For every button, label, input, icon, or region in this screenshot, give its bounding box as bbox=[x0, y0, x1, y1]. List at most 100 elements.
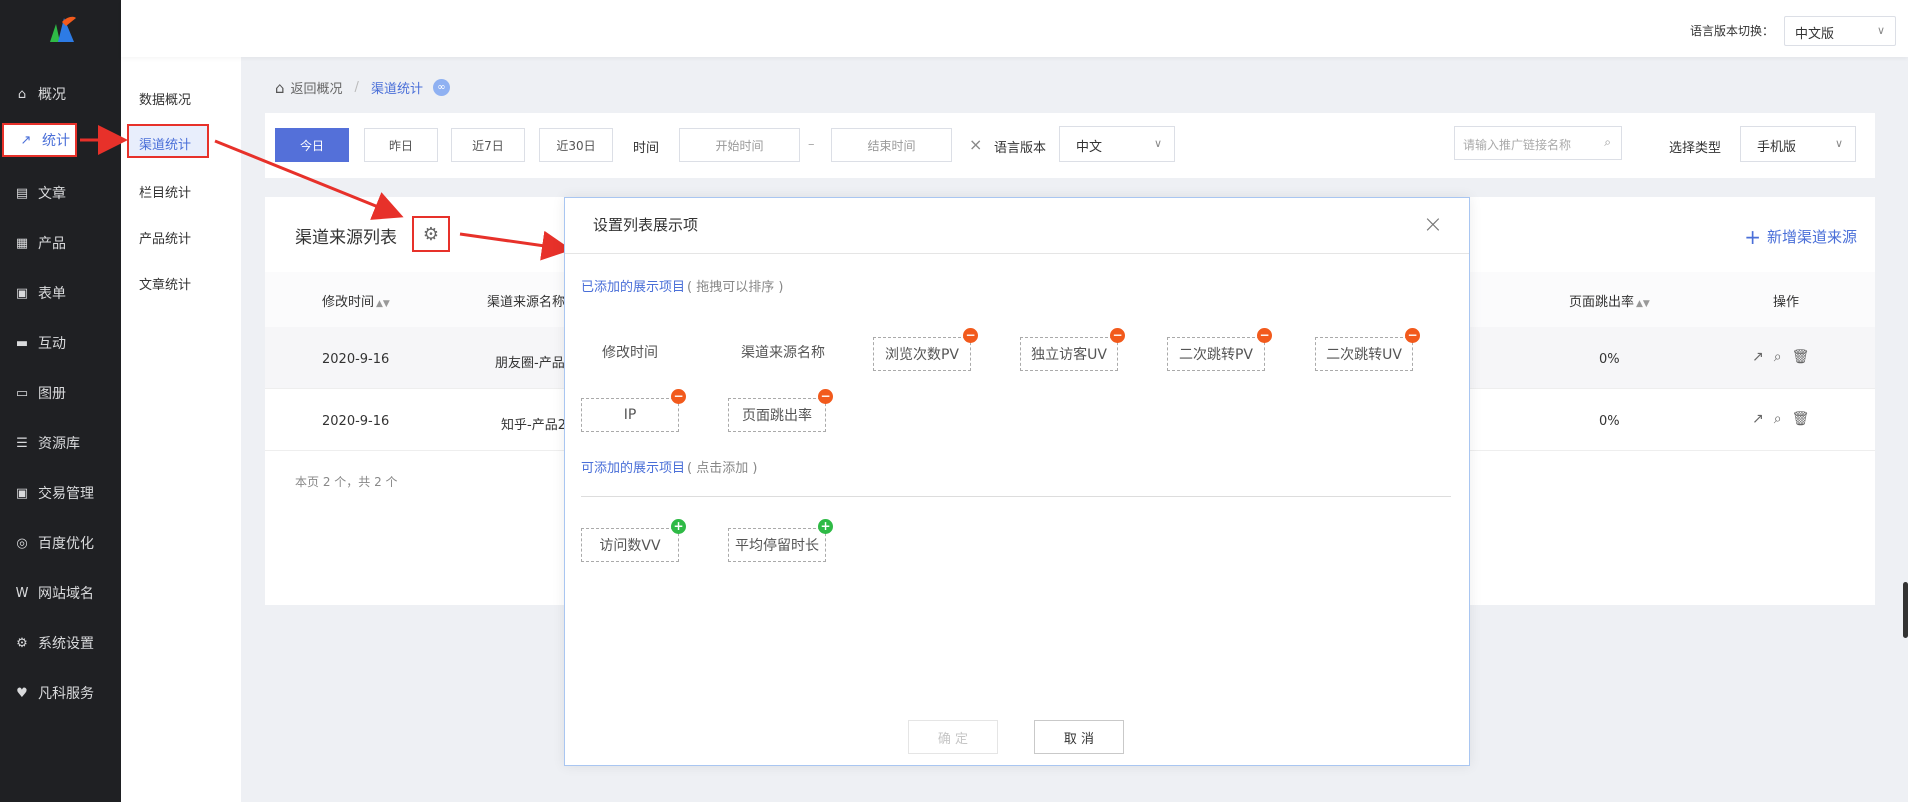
nav-item-services[interactable]: ♥ 凡科服务 bbox=[0, 673, 121, 713]
add-channel-source-button[interactable]: + 新增渠道来源 bbox=[1744, 225, 1857, 249]
search-icon[interactable]: ⌕ bbox=[1774, 411, 1782, 427]
sort-icon[interactable]: ▲▼ bbox=[376, 299, 390, 309]
nav-item-articles[interactable]: ▤ 文章 bbox=[0, 173, 121, 213]
added-item-second-jump-uv[interactable]: 二次跳转UV − bbox=[1315, 328, 1420, 371]
grid-icon: ▦ bbox=[15, 235, 29, 251]
language-filter-value: 中文 bbox=[1076, 140, 1103, 155]
fixed-item-source-name: 渠道来源名称 bbox=[741, 345, 825, 361]
submenu-item-channel-stats[interactable]: 渠道统计 bbox=[127, 124, 209, 158]
main-nav: ⌂ 概况 ↗ 统计 ▤ 文章 ▦ 产品 ▣ 表单 ▬ 互动 ▭ 图册 ☰ 资源库 ▣ 交易管理 ◎… bbox=[0, 0, 121, 802]
remove-item-icon[interactable]: − bbox=[1257, 328, 1272, 343]
language-version-select[interactable]: 中文版 ∨ bbox=[1784, 16, 1896, 46]
nav-item-resources[interactable]: ☰ 资源库 bbox=[0, 423, 121, 463]
promo-link-search-input[interactable]: 请输入推广链接名称 ⌕ bbox=[1454, 126, 1622, 160]
nav-item-forms[interactable]: ▣ 表单 bbox=[0, 273, 121, 313]
search-icon[interactable]: ⌕ bbox=[1604, 135, 1611, 150]
chart-icon: ↗ bbox=[20, 132, 32, 148]
add-item-icon[interactable]: + bbox=[671, 519, 686, 534]
row-modified-time: 2020-9-16 bbox=[322, 414, 390, 429]
statistics-submenu: 数据概况 渠道统计 栏目统计 产品统计 文章统计 bbox=[121, 57, 241, 802]
breadcrumb-back-link[interactable]: 返回概况 bbox=[291, 78, 343, 97]
nav-label: 概况 bbox=[38, 87, 66, 103]
fixed-item-modified-time: 修改时间 bbox=[602, 345, 658, 361]
trash-icon[interactable]: 🗑 bbox=[1792, 411, 1810, 427]
document-icon: ▤ bbox=[15, 185, 29, 201]
nav-label: 网站域名 bbox=[38, 586, 94, 602]
nav-item-products[interactable]: ▦ 产品 bbox=[0, 223, 121, 263]
added-item-pv[interactable]: 浏览次数PV − bbox=[873, 328, 978, 371]
column-header-source-name: 渠道来源名称 bbox=[487, 295, 566, 310]
add-item-icon[interactable]: + bbox=[818, 519, 833, 534]
add-channel-source-label: 新增渠道来源 bbox=[1766, 228, 1857, 246]
row-modified-time: 2020-9-16 bbox=[322, 352, 390, 367]
page-scrollbar[interactable] bbox=[1903, 582, 1908, 638]
column-header-modified-time[interactable]: 修改时间 ▲▼ bbox=[322, 291, 390, 310]
submenu-item-article-stats[interactable]: 文章统计 bbox=[139, 274, 191, 293]
heart-icon: ♥ bbox=[16, 685, 28, 701]
nav-label: 系统设置 bbox=[38, 636, 94, 652]
nav-item-gallery[interactable]: ▭ 图册 bbox=[0, 373, 121, 413]
submenu-item-product-stats[interactable]: 产品统计 bbox=[139, 228, 191, 247]
added-items-hint: ( 拖拽可以排序 ) bbox=[687, 280, 784, 295]
available-item-avg-duration[interactable]: 平均停留时长 + bbox=[728, 519, 833, 562]
column-settings-gear-icon[interactable]: ⚙ bbox=[412, 216, 450, 252]
column-header-actions: 操作 bbox=[1773, 295, 1800, 310]
last-30-days-button[interactable]: 近30日 bbox=[539, 128, 613, 162]
start-time-input[interactable]: 开始时间 bbox=[679, 128, 800, 162]
nav-item-interaction[interactable]: ▬ 互动 bbox=[0, 323, 121, 363]
close-icon[interactable]: × bbox=[1423, 210, 1443, 238]
trend-chart-icon[interactable]: ↗ bbox=[1752, 411, 1764, 427]
row-actions: ↗ ⌕ 🗑 bbox=[1752, 349, 1809, 365]
submenu-item-column-stats[interactable]: 栏目统计 bbox=[139, 182, 191, 201]
available-item-vv[interactable]: 访问数VV + bbox=[581, 519, 686, 562]
trend-chart-icon[interactable]: ↗ bbox=[1752, 349, 1764, 365]
remove-item-icon[interactable]: − bbox=[818, 389, 833, 404]
w-icon: W bbox=[15, 585, 29, 601]
language-version-label: 语言版本 bbox=[994, 141, 1047, 156]
search-placeholder: 请输入推广链接名称 bbox=[1463, 138, 1572, 152]
trash-icon[interactable]: 🗑 bbox=[1792, 349, 1810, 365]
home-icon: ⌂ bbox=[17, 86, 27, 102]
nav-item-settings[interactable]: ⚙ 系统设置 bbox=[0, 623, 121, 663]
nav-item-baidu-seo[interactable]: ◎ 百度优化 bbox=[0, 523, 121, 563]
nav-item-statistics[interactable]: ↗ 统计 bbox=[2, 123, 77, 157]
section-divider bbox=[581, 496, 1451, 497]
cancel-button[interactable]: 取 消 bbox=[1034, 720, 1124, 754]
filter-panel: 今日 昨日 近7日 近30日 时间 开始时间 – 结束时间 × 语言版本 中文 … bbox=[265, 113, 1875, 178]
added-item-bounce-rate[interactable]: 页面跳出率 − bbox=[728, 389, 833, 432]
refresh-icon: ◎ bbox=[16, 535, 28, 551]
added-item-second-jump-pv[interactable]: 二次跳转PV − bbox=[1167, 328, 1272, 371]
row-source-name: 知乎-产品2 bbox=[501, 418, 566, 433]
nav-label: 互动 bbox=[38, 336, 66, 352]
chevron-down-icon: ∨ bbox=[1876, 24, 1885, 37]
remove-item-icon[interactable]: − bbox=[1405, 328, 1420, 343]
added-item-ip[interactable]: IP − bbox=[581, 389, 686, 432]
available-items-section-title: 可添加的展示项目( 点击添加 ) bbox=[581, 461, 758, 476]
nav-item-domains[interactable]: W 网站域名 bbox=[0, 573, 121, 613]
nav-item-overview[interactable]: ⌂ 概况 bbox=[0, 74, 121, 114]
yesterday-button[interactable]: 昨日 bbox=[364, 128, 438, 162]
remove-item-icon[interactable]: − bbox=[671, 389, 686, 404]
select-type-label: 选择类型 bbox=[1669, 141, 1722, 156]
submenu-item-data-overview[interactable]: 数据概况 bbox=[139, 89, 191, 108]
sort-icon[interactable]: ▲▼ bbox=[1636, 299, 1650, 309]
link-icon[interactable]: ∞ bbox=[432, 79, 450, 96]
logo[interactable] bbox=[0, 0, 121, 57]
clear-time-icon[interactable]: × bbox=[969, 135, 982, 154]
column-header-bounce-rate[interactable]: 页面跳出率 ▲▼ bbox=[1569, 291, 1650, 310]
clipboard-icon: ▣ bbox=[15, 485, 29, 501]
remove-item-icon[interactable]: − bbox=[1110, 328, 1125, 343]
dialog-header: 设置列表展示项 × bbox=[565, 198, 1469, 254]
confirm-button[interactable]: 确 定 bbox=[908, 720, 998, 754]
search-icon[interactable]: ⌕ bbox=[1774, 349, 1782, 365]
nav-item-transactions[interactable]: ▣ 交易管理 bbox=[0, 473, 121, 513]
language-filter-select[interactable]: 中文 ∨ bbox=[1059, 126, 1175, 162]
language-switch-label: 语言版本切换： bbox=[1689, 24, 1774, 38]
available-items-hint: ( 点击添加 ) bbox=[687, 461, 758, 476]
today-button[interactable]: 今日 bbox=[275, 128, 349, 162]
end-time-input[interactable]: 结束时间 bbox=[831, 128, 952, 162]
device-type-select[interactable]: 手机版 ∨ bbox=[1740, 126, 1856, 162]
added-item-uv[interactable]: 独立访客UV − bbox=[1020, 328, 1125, 371]
remove-item-icon[interactable]: − bbox=[963, 328, 978, 343]
last-7-days-button[interactable]: 近7日 bbox=[451, 128, 525, 162]
